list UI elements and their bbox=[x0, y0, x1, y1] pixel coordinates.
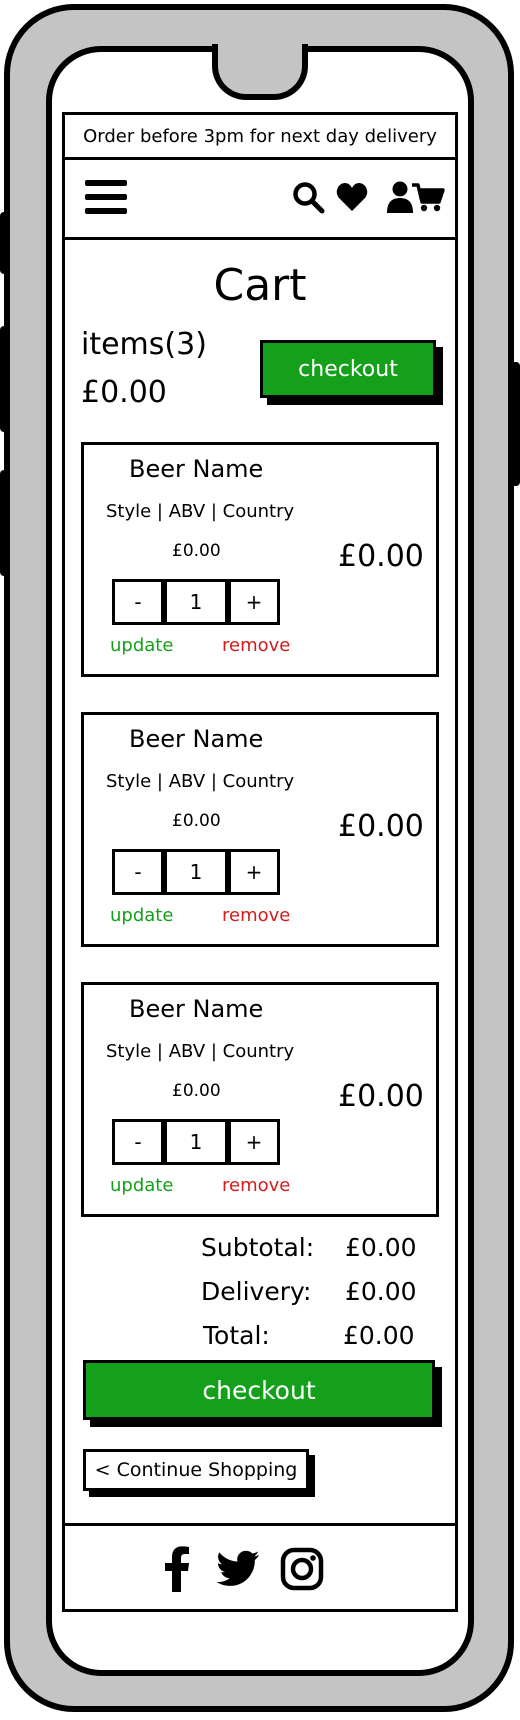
navbar bbox=[65, 160, 455, 240]
increase-quantity-button[interactable]: + bbox=[228, 579, 280, 625]
quantity-input[interactable]: 1 bbox=[164, 849, 228, 895]
increase-quantity-button[interactable]: + bbox=[228, 849, 280, 895]
update-link[interactable]: update bbox=[110, 1175, 173, 1196]
beer-meta: Style | ABV | Country bbox=[106, 771, 295, 792]
decrease-quantity-button[interactable]: - bbox=[112, 579, 164, 625]
beer-name: Beer Name bbox=[129, 455, 264, 483]
page-title: Cart bbox=[213, 260, 307, 311]
footer bbox=[65, 1523, 455, 1612]
volume-button bbox=[0, 470, 10, 576]
app-screen: Order before 3pm for next day delivery C… bbox=[62, 112, 458, 1612]
quantity-input[interactable]: 1 bbox=[164, 579, 228, 625]
delivery-label: Delivery: bbox=[201, 1277, 312, 1306]
items-count: items(3) bbox=[81, 327, 207, 362]
unit-price: £0.00 bbox=[172, 541, 221, 561]
subtotal-label: Subtotal: bbox=[201, 1233, 315, 1262]
decrease-quantity-button[interactable]: - bbox=[112, 849, 164, 895]
total-value: £0.00 bbox=[343, 1321, 415, 1350]
delivery-value: £0.00 bbox=[345, 1277, 417, 1306]
volume-button bbox=[0, 212, 10, 274]
cart-icon[interactable] bbox=[411, 180, 445, 214]
decrease-quantity-button[interactable]: - bbox=[112, 1119, 164, 1165]
instagram-icon[interactable] bbox=[279, 1546, 325, 1592]
power-button bbox=[510, 362, 520, 486]
cart-item: Beer Name Style | ABV | Country £0.00 £0… bbox=[81, 982, 439, 1217]
remove-link[interactable]: remove bbox=[222, 905, 290, 926]
search-icon[interactable] bbox=[291, 180, 325, 214]
cart-item: Beer Name Style | ABV | Country £0.00 £0… bbox=[81, 712, 439, 947]
beer-name: Beer Name bbox=[129, 995, 264, 1023]
line-price: £0.00 bbox=[338, 1079, 424, 1114]
update-link[interactable]: update bbox=[110, 905, 173, 926]
delivery-banner: Order before 3pm for next day delivery bbox=[65, 115, 455, 160]
phone-notch bbox=[212, 44, 308, 100]
update-link[interactable]: update bbox=[110, 635, 173, 656]
volume-button bbox=[0, 326, 10, 432]
continue-shopping-button[interactable]: < Continue Shopping bbox=[83, 1449, 309, 1491]
increase-quantity-button[interactable]: + bbox=[228, 1119, 280, 1165]
beer-meta: Style | ABV | Country bbox=[106, 501, 295, 522]
twitter-icon[interactable] bbox=[215, 1546, 261, 1592]
menu-icon[interactable] bbox=[85, 180, 127, 216]
remove-link[interactable]: remove bbox=[222, 635, 290, 656]
line-price: £0.00 bbox=[338, 809, 424, 844]
facebook-icon[interactable] bbox=[155, 1546, 201, 1592]
subtotal-value: £0.00 bbox=[345, 1233, 417, 1262]
heart-icon[interactable] bbox=[335, 180, 369, 214]
checkout-button-bottom[interactable]: checkout bbox=[83, 1360, 435, 1420]
quantity-input[interactable]: 1 bbox=[164, 1119, 228, 1165]
total-label: Total: bbox=[203, 1321, 270, 1350]
remove-link[interactable]: remove bbox=[222, 1175, 290, 1196]
cart-total: £0.00 bbox=[81, 375, 167, 410]
checkout-button[interactable]: checkout bbox=[260, 340, 436, 398]
beer-meta: Style | ABV | Country bbox=[106, 1041, 295, 1062]
line-price: £0.00 bbox=[338, 539, 424, 574]
unit-price: £0.00 bbox=[172, 1081, 221, 1101]
beer-name: Beer Name bbox=[129, 725, 264, 753]
cart-item: Beer Name Style | ABV | Country £0.00 £0… bbox=[81, 442, 439, 677]
unit-price: £0.00 bbox=[172, 811, 221, 831]
